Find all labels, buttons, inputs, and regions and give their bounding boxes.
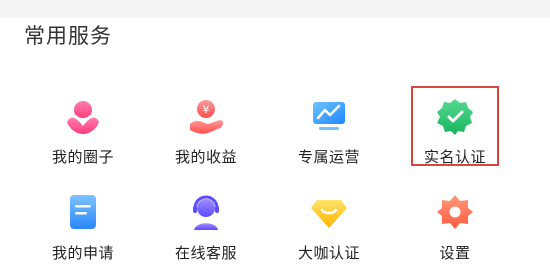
customer-service-icon bbox=[186, 192, 226, 232]
services-grid: 我的圈子 ¥ 我的收益 专属运营 实名认证 我的申请 在线客服 大咖认证 设置 bbox=[0, 80, 550, 275]
service-label: 我的圈子 bbox=[51, 148, 114, 166]
service-label: 实名认证 bbox=[423, 148, 486, 166]
expert-diamond-icon bbox=[309, 192, 349, 232]
settings-gear-icon bbox=[435, 192, 475, 232]
application-doc-icon bbox=[63, 192, 103, 232]
verified-badge-icon bbox=[435, 96, 475, 136]
service-my-application[interactable]: 我的申请 bbox=[33, 176, 133, 266]
service-settings[interactable]: 设置 bbox=[405, 176, 505, 266]
income-yen-icon: ¥ bbox=[186, 96, 226, 136]
service-label: 大咖认证 bbox=[297, 244, 360, 262]
service-label: 专属运营 bbox=[297, 148, 360, 166]
operations-chart-icon bbox=[309, 96, 349, 136]
service-label: 我的申请 bbox=[51, 244, 114, 262]
circle-group-icon bbox=[63, 96, 103, 136]
service-my-income[interactable]: ¥ 我的收益 bbox=[156, 80, 256, 170]
service-expert-verify[interactable]: 大咖认证 bbox=[279, 176, 379, 266]
service-real-name-verify[interactable]: 实名认证 bbox=[405, 80, 505, 170]
services-card: 常用服务 我的圈子 ¥ 我的收益 专属运营 实名认证 我的申请 在线客服 大咖认… bbox=[0, 0, 550, 275]
service-label: 我的收益 bbox=[174, 148, 237, 166]
section-title: 常用服务 bbox=[24, 24, 112, 48]
service-label: 在线客服 bbox=[174, 244, 237, 262]
service-label: 设置 bbox=[439, 244, 471, 262]
svg-text:¥: ¥ bbox=[203, 103, 210, 116]
top-band bbox=[0, 0, 550, 18]
service-online-support[interactable]: 在线客服 bbox=[156, 176, 256, 266]
service-exclusive-ops[interactable]: 专属运营 bbox=[279, 80, 379, 170]
service-my-circle[interactable]: 我的圈子 bbox=[33, 80, 133, 170]
